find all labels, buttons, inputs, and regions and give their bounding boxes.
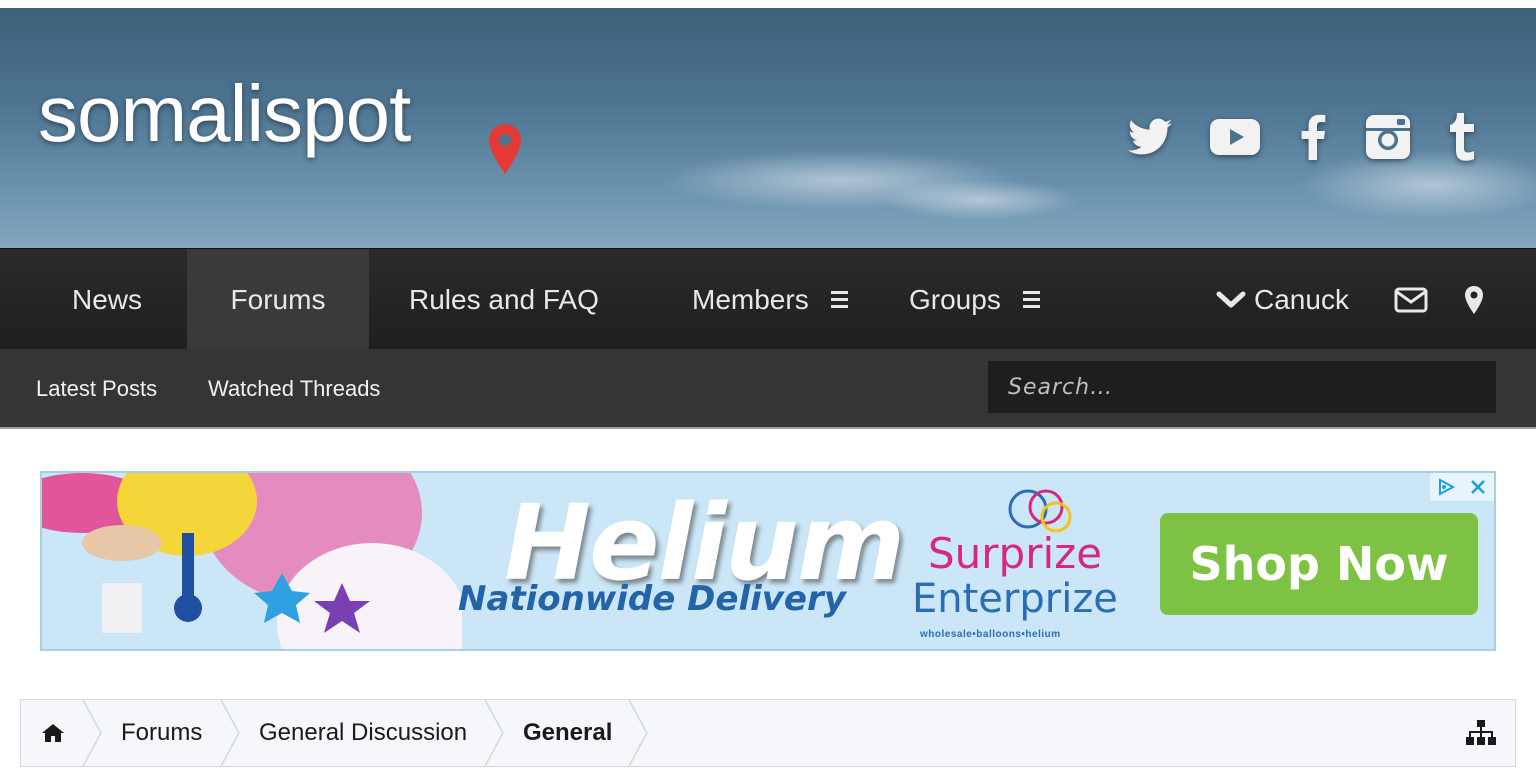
breadcrumb-general-discussion[interactable]: General Discussion <box>259 700 467 766</box>
latest-posts-link[interactable]: Latest Posts <box>36 349 157 429</box>
nav-groups-label: Groups <box>909 283 1001 315</box>
hamburger-icon[interactable] <box>1022 291 1040 308</box>
header-banner: somalispot <box>0 0 1536 248</box>
advertisement-banner[interactable]: Helium Nationwide Delivery Surprize Ente… <box>40 471 1496 651</box>
tumblr-icon[interactable] <box>1440 108 1484 166</box>
ad-choices <box>1430 473 1494 501</box>
hamburger-icon[interactable] <box>830 291 848 308</box>
shop-now-button[interactable]: Shop Now <box>1160 513 1478 615</box>
sitemap-icon <box>1466 720 1496 745</box>
user-menu[interactable]: Canuck <box>1216 249 1349 350</box>
balloons-image <box>42 473 462 649</box>
ad-brand-line1: Surprize <box>928 529 1103 578</box>
map-marker-icon <box>1465 285 1483 314</box>
facebook-icon[interactable] <box>1292 108 1334 166</box>
chevron-down-icon <box>1216 291 1246 307</box>
youtube-icon[interactable] <box>1206 108 1264 166</box>
nav-news-label: News <box>72 283 143 315</box>
search-input[interactable] <box>988 361 1496 413</box>
nav-members[interactable]: Members <box>692 249 848 350</box>
nav-rules-faq-label: Rules and FAQ <box>409 283 599 315</box>
watched-threads-link[interactable]: Watched Threads <box>208 349 380 429</box>
top-border <box>0 0 1536 8</box>
instagram-icon[interactable] <box>1362 108 1414 166</box>
nav-forums-label: Forums <box>230 283 326 315</box>
inbox-button[interactable] <box>1394 249 1428 350</box>
nav-rules-faq[interactable]: Rules and FAQ <box>409 249 599 350</box>
cloud <box>1300 150 1536 220</box>
ad-brand-line2: Enterprize <box>912 576 1118 622</box>
breadcrumb-forums[interactable]: Forums <box>121 700 202 766</box>
ad-subline: Nationwide Delivery <box>458 579 846 619</box>
cloud <box>880 180 1080 220</box>
nav-members-label: Members <box>692 283 809 315</box>
breadcrumb-general[interactable]: General <box>523 700 612 766</box>
breadcrumb-separator <box>220 700 240 766</box>
ad-brand-tagline: wholesale•balloons•helium <box>920 629 1061 640</box>
map-pin-icon <box>489 124 521 174</box>
site-logo[interactable]: somalispot <box>38 74 411 154</box>
nav-forums[interactable]: Forums <box>187 249 369 350</box>
home-icon <box>42 724 64 742</box>
home-link[interactable] <box>41 700 65 766</box>
nav-news[interactable]: News <box>72 249 142 350</box>
close-icon[interactable] <box>1462 473 1494 501</box>
user-name: Canuck <box>1254 283 1349 315</box>
breadcrumb-separator <box>484 700 504 766</box>
twitter-icon[interactable] <box>1122 108 1178 166</box>
alerts-button[interactable] <box>1464 249 1484 350</box>
sub-navigation: Latest Posts Watched Threads <box>0 349 1536 429</box>
main-navigation: News Forums Rules and FAQ Members Groups… <box>0 248 1536 350</box>
nav-groups[interactable]: Groups <box>909 249 1040 350</box>
envelope-icon <box>1394 287 1428 312</box>
breadcrumb-separator <box>82 700 102 766</box>
ad-choices-icon[interactable] <box>1430 473 1462 501</box>
breadcrumb: Forums General Discussion General <box>20 699 1516 767</box>
jump-to-sitemap[interactable] <box>1465 700 1497 766</box>
breadcrumb-separator <box>628 700 648 766</box>
